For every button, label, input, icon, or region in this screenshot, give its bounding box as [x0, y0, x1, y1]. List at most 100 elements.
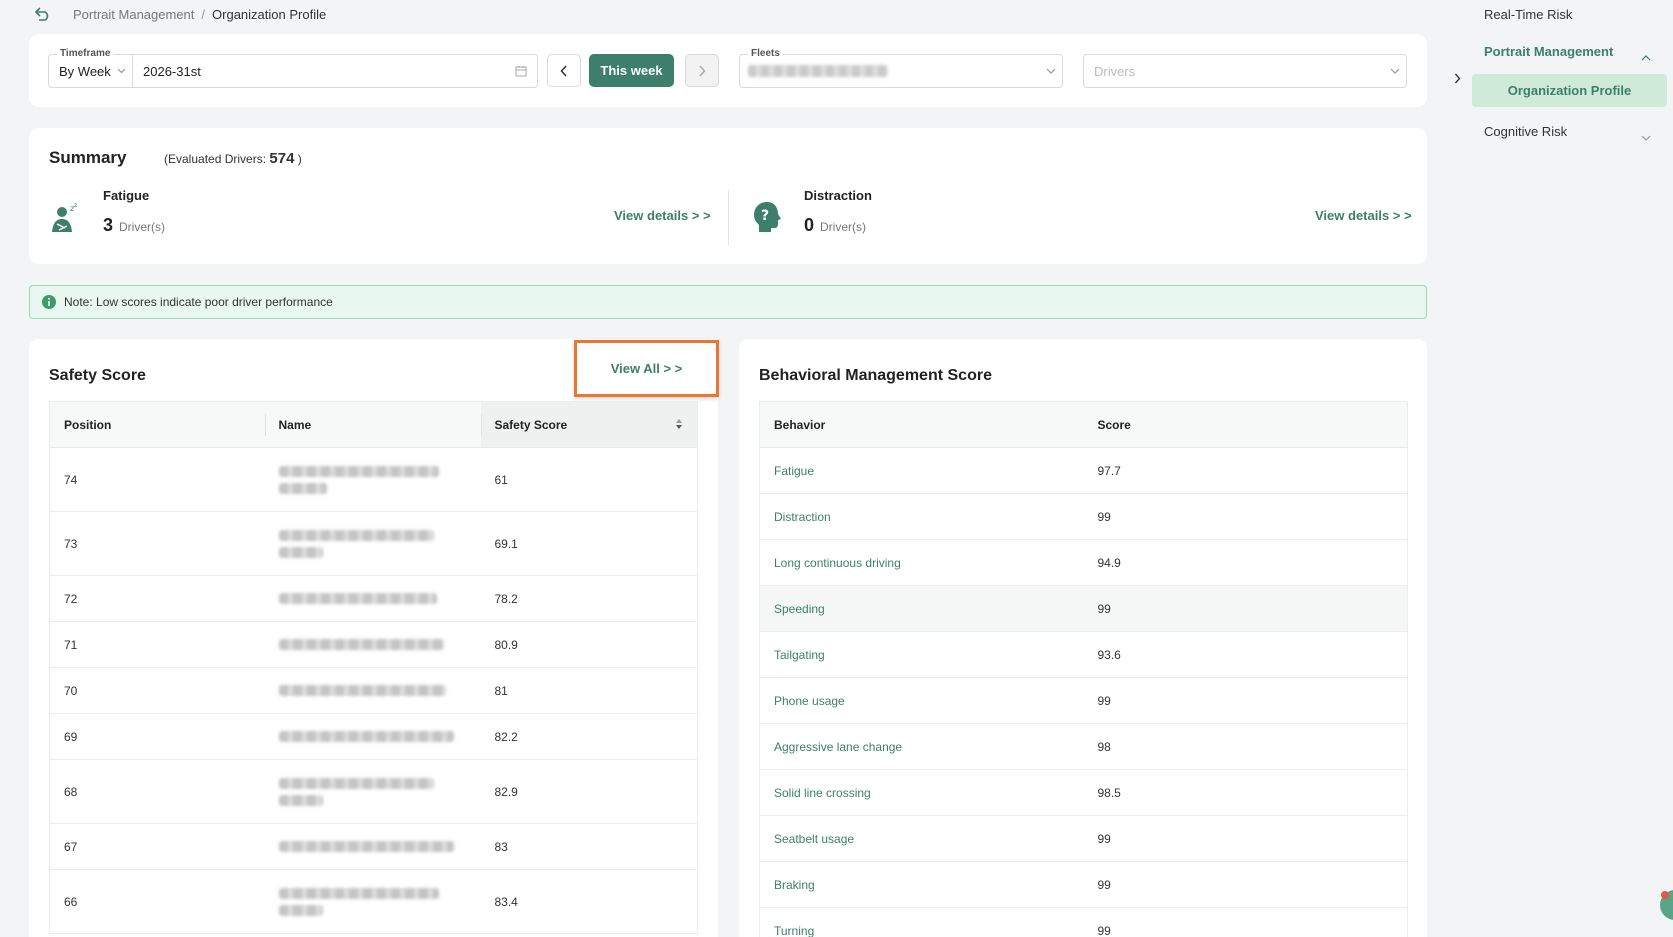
safety-score-title: Safety Score [49, 367, 146, 384]
this-week-button[interactable]: This week [589, 54, 674, 87]
table-row[interactable]: Fatigue 97.7 [759, 447, 1408, 494]
table-row[interactable]: 72 78.2 [49, 575, 698, 622]
name-redacted [278, 904, 323, 916]
behavior-name[interactable]: Turning [759, 907, 1084, 937]
table-row[interactable]: Solid line crossing 98.5 [759, 769, 1408, 816]
week-value: 2026-31st [143, 63, 201, 79]
name-redacted [278, 546, 323, 558]
row-name [264, 869, 481, 934]
column-header-score: Score [1083, 401, 1408, 448]
name-redacted [278, 887, 439, 899]
notification-dot [1661, 891, 1669, 899]
view-all-button[interactable]: View All > > [574, 340, 719, 397]
fatigue-unit: Driver(s) [119, 220, 166, 234]
name-redacted [278, 529, 434, 541]
name-redacted [278, 593, 437, 604]
filter-bar: Timeframe By Week 2026-31st This week Fl… [29, 34, 1427, 107]
name-redacted [278, 685, 446, 696]
table-row[interactable]: 73 69.1 [49, 511, 698, 576]
header-divider [480, 414, 482, 436]
sidebar-item-organization-profile[interactable]: Organization Profile [1472, 74, 1667, 107]
fatigue-summary: Fatigue 3 Driver(s) [103, 188, 165, 236]
row-name [264, 511, 481, 576]
prev-week-button[interactable] [547, 54, 581, 87]
week-picker[interactable]: 2026-31st [133, 55, 537, 87]
table-row[interactable]: 68 82.9 [49, 759, 698, 824]
table-row[interactable]: Distraction 99 [759, 493, 1408, 540]
table-row[interactable]: Seatbelt usage 99 [759, 815, 1408, 862]
distraction-summary: Distraction 0 Driver(s) [804, 188, 872, 236]
behavior-score: 99 [1083, 585, 1408, 632]
table-row[interactable]: 70 81 [49, 667, 698, 714]
header-divider [264, 414, 266, 436]
behavior-score: 99 [1083, 493, 1408, 540]
back-arrow-icon[interactable] [33, 4, 53, 24]
table-row[interactable]: 71 80.9 [49, 621, 698, 668]
behavior-name[interactable]: Phone usage [759, 677, 1084, 724]
table-row[interactable]: 67 83 [49, 823, 698, 870]
drivers-select[interactable]: Drivers [1083, 54, 1407, 88]
behavior-name[interactable]: Aggressive lane change [759, 723, 1084, 770]
sidebar-item-portrait-management[interactable]: Portrait Management [1484, 44, 1613, 59]
column-header-safety-score[interactable]: Safety Score [480, 401, 698, 448]
summary-divider [728, 190, 729, 246]
fleets-select[interactable]: Fleets [739, 47, 1063, 88]
distraction-count: 0 [804, 215, 815, 235]
note-text: Note: Low scores indicate poor driver pe… [64, 295, 333, 309]
chevron-down-icon [117, 68, 126, 74]
table-row[interactable]: Turning 99 [759, 907, 1408, 937]
evaluated-suffix: ) [297, 152, 302, 166]
chevron-down-icon[interactable] [1641, 128, 1651, 146]
table-row[interactable]: Tailgating 93.6 [759, 631, 1408, 678]
sidebar-item-cognitive-risk[interactable]: Cognitive Risk [1484, 124, 1567, 139]
chevron-down-icon [1384, 68, 1406, 74]
table-row[interactable]: 69 82.2 [49, 713, 698, 760]
row-position: 68 [49, 759, 265, 824]
chevron-up-icon[interactable] [1641, 48, 1651, 66]
behavior-name[interactable]: Braking [759, 861, 1084, 908]
row-position: 70 [49, 667, 265, 714]
behavior-score: 98.5 [1083, 769, 1408, 816]
behavior-name[interactable]: Seatbelt usage [759, 815, 1084, 862]
table-row[interactable]: Phone usage 99 [759, 677, 1408, 724]
timeframe-group: Timeframe By Week 2026-31st [48, 47, 538, 88]
next-week-button[interactable] [685, 54, 719, 87]
distraction-unit: Driver(s) [820, 220, 867, 234]
distraction-count-line: 0 Driver(s) [804, 215, 872, 236]
behavior-name[interactable]: Speeding [759, 585, 1084, 632]
behavior-name[interactable]: Distraction [759, 493, 1084, 540]
drivers-placeholder: Drivers [1094, 63, 1136, 79]
row-position: 74 [49, 447, 265, 512]
table-header-row: Position Name Safety Score [49, 401, 698, 448]
distraction-view-details-link[interactable]: View details > > [1315, 208, 1412, 223]
behavior-name[interactable]: Solid line crossing [759, 769, 1084, 816]
fleets-label: Fleets [748, 47, 783, 61]
table-row[interactable]: Aggressive lane change 98 [759, 723, 1408, 770]
behavior-name[interactable]: Fatigue [759, 447, 1084, 494]
behavior-score: 97.7 [1083, 447, 1408, 494]
row-position: 72 [49, 575, 265, 622]
breadcrumb: Portrait Management / Organization Profi… [33, 4, 326, 24]
safety-score-table: Position Name Safety Score 74 61 73 69.1 7… [49, 401, 698, 934]
behavioral-score-table: Behavior Score Fatigue 97.7 Distraction 99… [759, 401, 1408, 937]
breadcrumb-separator: / [201, 6, 206, 22]
behavior-name[interactable]: Tailgating [759, 631, 1084, 678]
behavior-name[interactable]: Long continuous driving [759, 539, 1084, 586]
table-row[interactable]: 66 83.4 [49, 869, 698, 934]
chevron-left-icon [560, 64, 567, 77]
row-name [264, 759, 481, 824]
fatigue-view-details-link[interactable]: View details > > [614, 208, 711, 223]
sort-icon[interactable] [675, 418, 683, 433]
row-name [264, 447, 481, 512]
svg-text:z: z [74, 202, 77, 209]
table-row[interactable]: Long continuous driving 94.9 [759, 539, 1408, 586]
table-row[interactable]: 74 61 [49, 447, 698, 512]
breadcrumb-parent[interactable]: Portrait Management [73, 7, 194, 22]
sidebar-item-real-time-risk[interactable]: Real-Time Risk [1484, 7, 1572, 22]
chevron-down-icon [1040, 68, 1062, 74]
chevron-right-icon [1454, 73, 1460, 83]
table-row[interactable]: Speeding 99 [759, 585, 1408, 632]
right-sidebar: Real-Time Risk Portrait Management Organ… [1462, 0, 1673, 937]
table-row[interactable]: Braking 99 [759, 861, 1408, 908]
fleets-value-redacted [748, 65, 888, 77]
